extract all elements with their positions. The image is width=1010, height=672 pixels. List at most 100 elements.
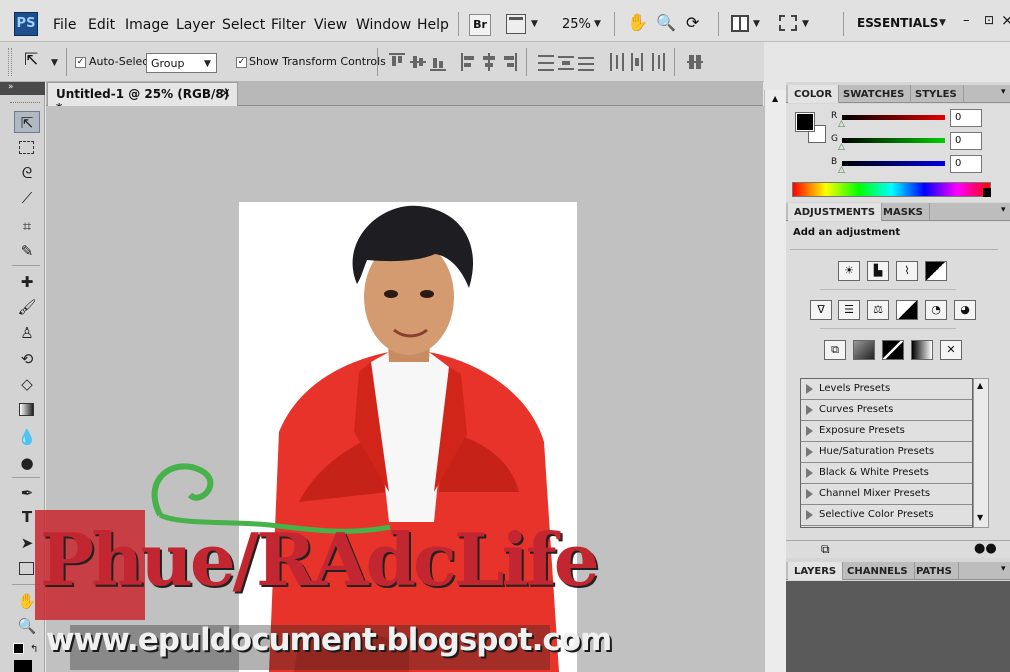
align-right-edges-icon[interactable] [501, 53, 517, 71]
preset-exposure[interactable]: Exposure Presets [801, 421, 972, 442]
auto-select-checkbox[interactable]: ✓ [75, 57, 86, 68]
blur-tool-icon[interactable]: 💧 [14, 426, 40, 448]
align-bottom-edges-icon[interactable] [430, 53, 446, 71]
lasso-tool-icon[interactable]: ᘓ [14, 162, 40, 184]
bridge-button[interactable]: Br [469, 14, 491, 36]
color-balance-icon[interactable]: ⚖ [867, 300, 889, 320]
restore-button[interactable]: ⊡ [984, 13, 994, 27]
hand-icon[interactable]: ✋ [627, 13, 648, 33]
posterize-icon[interactable] [853, 340, 875, 360]
distribute-bottom-edges-icon[interactable] [578, 53, 594, 71]
tab-layers[interactable]: LAYERS [788, 562, 844, 580]
auto-select-dropdown[interactable]: Group ▼ [146, 53, 217, 73]
return-to-list-icon[interactable]: ⧉ [821, 542, 830, 557]
tab-styles[interactable]: STYLES [909, 85, 964, 103]
blue-slider[interactable] [842, 161, 945, 166]
foreground-color-swatch[interactable] [795, 112, 815, 132]
zoom-level[interactable]: 25% [562, 17, 591, 32]
gradient-tool-icon[interactable] [14, 399, 40, 421]
minimize-button[interactable]: – [963, 13, 970, 28]
vibrance-icon[interactable]: ∇ [810, 300, 832, 320]
toolbox-grip[interactable] [10, 102, 40, 104]
preset-levels[interactable]: Levels Presets [801, 379, 972, 400]
threshold-icon[interactable] [882, 340, 904, 360]
foreground-color-swatch[interactable] [13, 643, 24, 654]
chevron-down-icon[interactable]: ▼ [51, 58, 58, 68]
slider-thumb-icon[interactable]: △ [838, 165, 845, 175]
vertical-scrollbar[interactable]: ▲ [764, 90, 786, 672]
exposure-icon[interactable] [925, 261, 947, 281]
scroll-up-icon[interactable]: ▲ [772, 94, 778, 103]
red-slider[interactable] [842, 115, 945, 120]
distribute-horizontal-centers-icon[interactable] [629, 53, 645, 71]
spot-healing-tool-icon[interactable]: ✚ [14, 271, 40, 293]
chevron-down-icon[interactable]: ▼ [802, 19, 809, 29]
menu-edit[interactable]: Edit [88, 17, 115, 33]
preset-hue-saturation[interactable]: Hue/Saturation Presets [801, 442, 972, 463]
brush-tool-icon[interactable]: 🖌 [14, 296, 40, 318]
move-tool-preset-icon[interactable]: ⇱ [24, 50, 38, 70]
zoom-icon[interactable]: 🔍 [656, 13, 676, 32]
auto-align-layers-icon[interactable] [687, 53, 703, 71]
gradient-map-icon[interactable] [911, 340, 933, 360]
tab-adjustments[interactable]: ADJUSTMENTS [788, 203, 883, 221]
tab-swatches[interactable]: SWATCHES [837, 85, 912, 103]
move-tool-icon[interactable]: ⇱ [14, 111, 40, 133]
green-value-input[interactable]: 0 [950, 132, 982, 150]
color-ramp[interactable] [792, 182, 991, 197]
distribute-left-edges-icon[interactable] [609, 53, 625, 71]
brightness-contrast-icon[interactable]: ☀ [838, 261, 860, 281]
clip-to-layer-icon[interactable]: ●● [974, 541, 997, 556]
slider-thumb-icon[interactable]: △ [838, 142, 845, 152]
eraser-tool-icon[interactable]: ◇ [14, 373, 40, 395]
crop-tool-icon[interactable]: ⌗ [14, 215, 40, 237]
hue-saturation-icon[interactable]: ☰ [838, 300, 860, 320]
marquee-tool-icon[interactable] [14, 137, 40, 159]
menu-file[interactable]: File [53, 17, 76, 33]
slider-thumb-icon[interactable]: △ [838, 119, 845, 129]
tab-paths[interactable]: PATHS [910, 562, 959, 580]
eyedropper-tool-icon[interactable]: ✎ [14, 240, 40, 262]
quick-selection-tool-icon[interactable]: ⟋ [14, 187, 40, 209]
chevron-down-icon[interactable]: ▼ [753, 19, 760, 29]
panel-menu-icon[interactable]: ▾ [1001, 564, 1006, 574]
chevron-down-icon[interactable]: ▼ [939, 18, 946, 28]
photo-filter-icon[interactable]: ◔ [925, 300, 947, 320]
tab-color[interactable]: COLOR [788, 85, 840, 103]
document-tab[interactable]: Untitled-1 @ 25% (RGB/8) * [47, 82, 238, 115]
rotate-view-icon[interactable]: ⟳ [686, 13, 699, 32]
panel-menu-icon[interactable]: ▾ [1001, 205, 1006, 215]
menu-view[interactable]: View [314, 17, 347, 33]
scroll-down-icon[interactable]: ▼ [977, 513, 983, 522]
align-left-edges-icon[interactable] [461, 53, 477, 71]
close-document-button[interactable]: × [220, 86, 231, 101]
selective-color-icon[interactable]: ✕ [940, 340, 962, 360]
toolbox-collapse-button[interactable]: » [0, 82, 45, 95]
align-vertical-centers-icon[interactable] [410, 53, 426, 71]
scroll-up-icon[interactable]: ▲ [977, 381, 983, 390]
black-white-icon[interactable] [896, 300, 918, 320]
distribute-vertical-centers-icon[interactable] [558, 53, 574, 71]
align-top-edges-icon[interactable] [389, 53, 405, 71]
blue-value-input[interactable]: 0 [950, 155, 982, 173]
screen-mode-icon[interactable] [779, 15, 797, 31]
preset-channel-mixer[interactable]: Channel Mixer Presets [801, 484, 972, 505]
menu-help[interactable]: Help [417, 17, 449, 33]
arrange-documents-icon[interactable] [731, 15, 749, 32]
clone-stamp-tool-icon[interactable]: ♙ [14, 322, 40, 344]
workspace-switcher[interactable]: ESSENTIALS [857, 16, 938, 30]
preset-selective-color[interactable]: Selective Color Presets [801, 505, 972, 526]
show-transform-checkbox[interactable]: ✓ [236, 57, 247, 68]
color-ramp-black[interactable] [983, 188, 991, 197]
menu-image[interactable]: Image [125, 17, 169, 33]
curves-icon[interactable]: ⌇ [896, 261, 918, 281]
tab-masks[interactable]: MASKS [877, 203, 930, 221]
preset-curves[interactable]: Curves Presets [801, 400, 972, 421]
menu-window[interactable]: Window [356, 17, 411, 33]
distribute-right-edges-icon[interactable] [649, 53, 665, 71]
preset-black-white[interactable]: Black & White Presets [801, 463, 972, 484]
menu-select[interactable]: Select [222, 17, 265, 33]
green-slider[interactable] [842, 138, 945, 143]
chevron-down-icon[interactable]: ▼ [531, 19, 538, 29]
menu-filter[interactable]: Filter [271, 17, 306, 33]
